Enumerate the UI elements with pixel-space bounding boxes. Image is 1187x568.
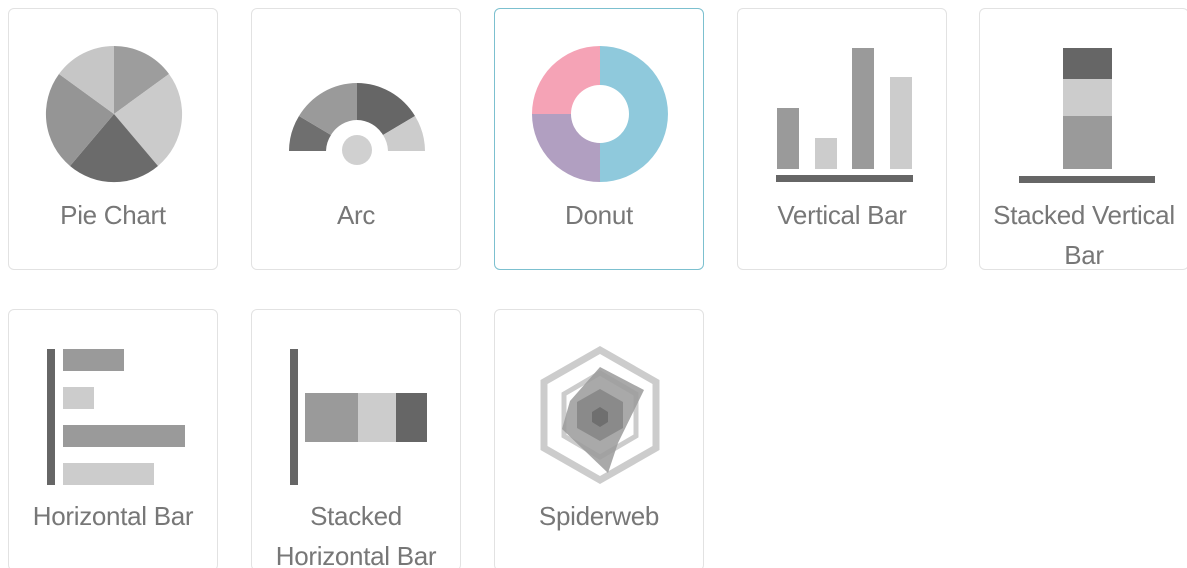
chart-type-donut[interactable]: Donut: [494, 8, 704, 270]
horizontal-bar-chart-icon: [47, 349, 185, 485]
pie-chart-icon: [45, 46, 183, 183]
chart-type-arc[interactable]: Arc: [251, 8, 461, 270]
chart-type-horizontal-bar[interactable]: Horizontal Bar: [8, 309, 218, 568]
chart-type-label: Pie Chart: [60, 200, 166, 230]
donut-chart-icon: [532, 46, 668, 182]
chart-type-label: Spiderweb: [538, 501, 660, 531]
chart-type-stacked-horizontal-bar[interactable]: Stacked Horizontal Bar: [251, 309, 461, 568]
chart-type-label: Donut: [565, 200, 633, 230]
vertical-bar-chart-icon: [776, 48, 913, 182]
chart-type-picker: Pie Chart Arc Donut Vertical Bar Stacked…: [0, 0, 1187, 568]
chart-type-pie-chart[interactable]: Pie Chart: [8, 8, 218, 270]
chart-type-label: Stacked Vertical Bar: [993, 200, 1175, 270]
stacked-vertical-bar-chart-icon: [1019, 48, 1155, 183]
chart-type-label: Arc: [336, 200, 376, 230]
arc-chart-icon: [289, 83, 425, 165]
stacked-horizontal-bar-chart-icon: [290, 349, 427, 485]
chart-type-stacked-vertical-bar[interactable]: Stacked Vertical Bar: [979, 8, 1187, 270]
spiderweb-chart-icon: [540, 345, 660, 485]
chart-type-label: Horizontal Bar: [32, 501, 194, 531]
chart-type-spiderweb[interactable]: Spiderweb: [494, 309, 704, 568]
chart-type-vertical-bar[interactable]: Vertical Bar: [737, 8, 947, 270]
chart-type-label: Vertical Bar: [777, 200, 907, 230]
chart-type-label: Stacked Horizontal Bar: [275, 501, 437, 568]
